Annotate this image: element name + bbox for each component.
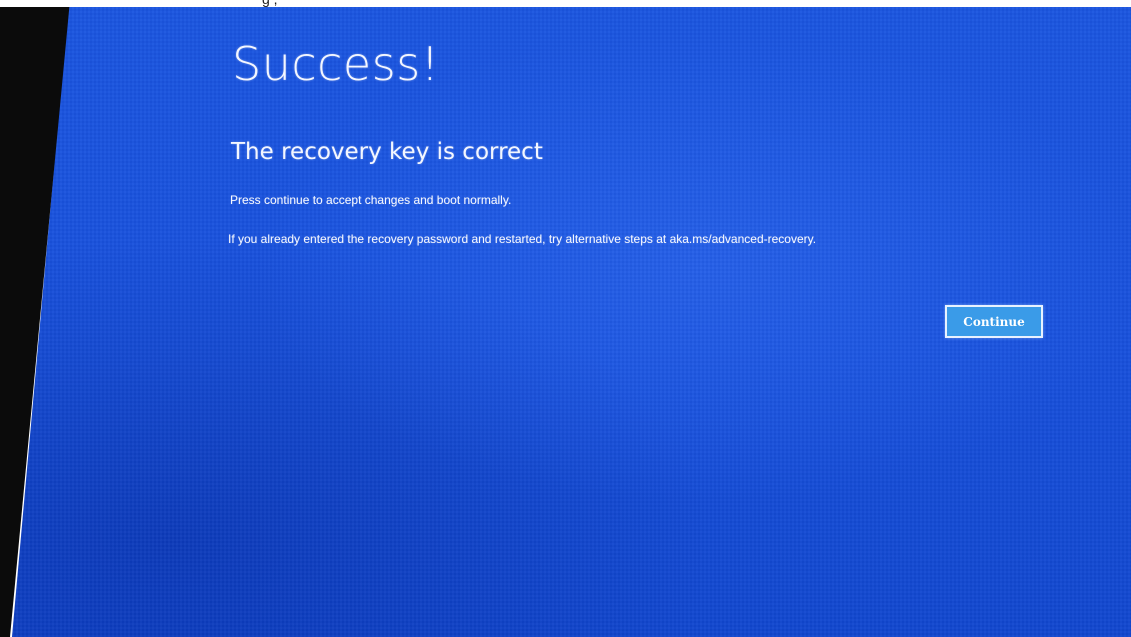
page-title: Success! (232, 37, 440, 91)
alternative-steps-text: If you already entered the recovery pass… (228, 232, 817, 246)
continue-button[interactable]: Continue (945, 305, 1043, 338)
photo-frame: g , Success! The recovery key is correct… (0, 0, 1131, 637)
instruction-text: Press continue to accept changes and boo… (230, 193, 512, 207)
recovery-content: Success! The recovery key is correct Pre… (0, 0, 1131, 637)
page-subtitle: The recovery key is correct (231, 139, 543, 165)
